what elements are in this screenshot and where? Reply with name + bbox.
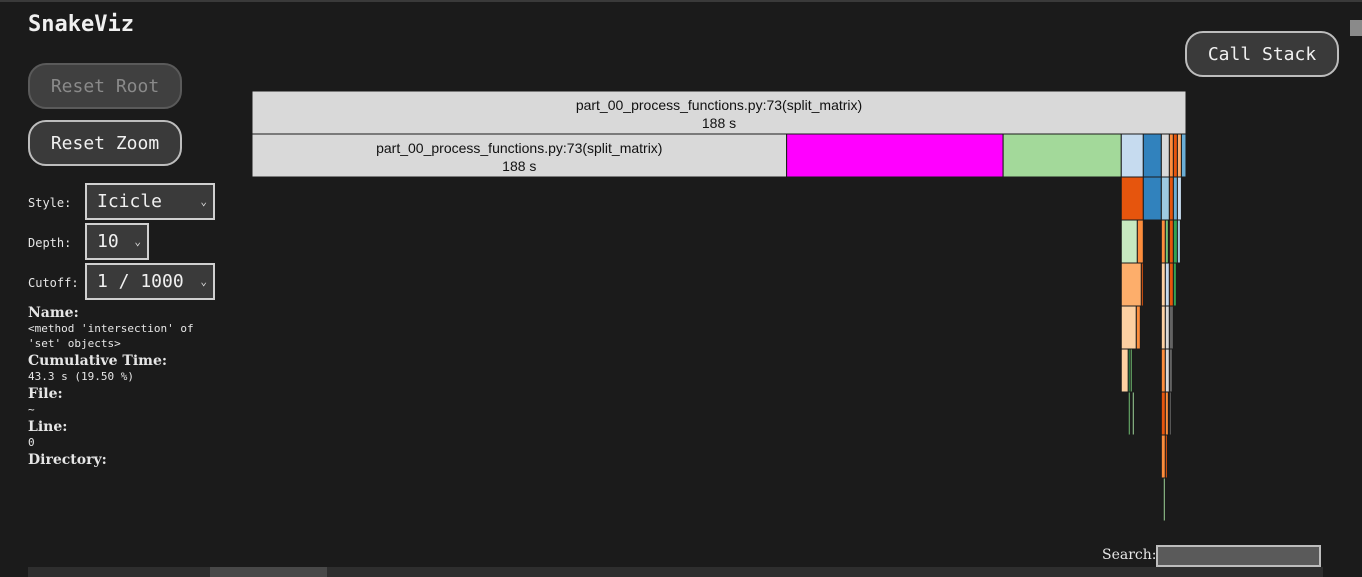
style-label: Style: [28, 196, 72, 210]
icicle-node[interactable] [1168, 391, 1172, 436]
scrollbar-thumb[interactable] [210, 567, 327, 577]
icicle-node[interactable] [1162, 477, 1166, 522]
line-value: 0 [28, 436, 35, 449]
file-value: ~ [28, 403, 35, 416]
icicle-node[interactable] [1164, 434, 1168, 479]
icicle-node[interactable] [1164, 391, 1169, 436]
cutoff-select[interactable]: 1 / 1000 ⌄ [85, 263, 215, 300]
icicle-node[interactable] [1168, 176, 1174, 221]
icicle-node[interactable] [1160, 305, 1166, 350]
chevron-down-icon: ⌄ [200, 274, 207, 288]
window-top-border [0, 0, 1362, 2]
name-label: Name: [28, 305, 79, 321]
icicle-node-name: part_00_process_functions.py:73(split_ma… [376, 140, 662, 156]
icicle-node[interactable] [1168, 348, 1173, 393]
icicle-node[interactable] [1160, 176, 1170, 221]
icicle-node[interactable] [1142, 176, 1162, 221]
icicle-node[interactable] [1127, 391, 1131, 436]
search-input[interactable] [1156, 545, 1321, 567]
icicle-node[interactable]: part_00_process_functions.py:73(split_ma… [251, 90, 1187, 135]
icicle-node[interactable] [1120, 348, 1129, 393]
icicle-node[interactable] [786, 133, 1004, 178]
cumulative-time-value: 43.3 s (19.50 %) [28, 370, 134, 383]
name-value: <method 'intersection' of 'set' objects> [28, 322, 201, 350]
chevron-down-icon: ⌄ [134, 234, 141, 248]
reset-zoom-button[interactable]: Reset Zoom [28, 120, 182, 166]
line-label: Line: [28, 419, 68, 435]
icicle-node[interactable] [1120, 219, 1138, 264]
icicle-node[interactable] [1120, 262, 1142, 307]
call-stack-button[interactable]: Call Stack [1185, 31, 1339, 77]
icicle-node[interactable] [1164, 305, 1170, 350]
icicle-node[interactable] [1120, 133, 1144, 178]
icicle-node[interactable] [1168, 305, 1174, 350]
icicle-node[interactable] [1172, 262, 1177, 307]
chevron-down-icon: ⌄ [200, 194, 207, 208]
style-select[interactable]: Icicle ⌄ [85, 183, 215, 220]
icicle-node[interactable] [1160, 391, 1166, 436]
icicle-node[interactable] [1164, 219, 1169, 264]
cumulative-time-label: Cumulative Time: [28, 353, 168, 369]
icicle-node[interactable] [1142, 133, 1162, 178]
cutoff-label: Cutoff: [28, 276, 79, 290]
icicle-node[interactable] [1176, 133, 1182, 178]
icicle-node[interactable] [1160, 262, 1166, 307]
icicle-node-time: 188 s [702, 115, 736, 131]
icicle-node[interactable] [1164, 262, 1170, 307]
icicle-node[interactable] [1172, 219, 1178, 264]
icicle-node[interactable] [1136, 219, 1144, 264]
icicle-node[interactable] [1160, 133, 1170, 178]
icicle-node[interactable]: part_00_process_functions.py:73(split_ma… [251, 133, 788, 178]
directory-label: Directory: [28, 452, 107, 468]
icicle-node[interactable] [1160, 348, 1166, 393]
style-select-value: Icicle [97, 191, 163, 212]
icicle-node[interactable] [1164, 348, 1170, 393]
reset-root-button[interactable]: Reset Root [28, 63, 182, 109]
vertical-scrollbar-thumb[interactable] [1350, 20, 1362, 36]
icicle-node[interactable] [1135, 305, 1141, 350]
icicle-node[interactable] [1160, 434, 1166, 479]
icicle-node[interactable] [1131, 391, 1135, 436]
depth-select-value: 10 [97, 231, 119, 252]
icicle-node-time: 188 s [502, 158, 536, 174]
icicle-node[interactable] [1120, 305, 1137, 350]
icicle-node[interactable] [1172, 176, 1178, 221]
icicle-node[interactable] [1168, 133, 1174, 178]
depth-label: Depth: [28, 236, 72, 250]
icicle-node[interactable] [1172, 133, 1178, 178]
horizontal-scrollbar[interactable] [28, 567, 1323, 577]
icicle-node[interactable] [1002, 133, 1122, 178]
icicle-node[interactable] [1160, 219, 1166, 264]
icicle-node[interactable] [1168, 219, 1174, 264]
icicle-node[interactable] [1127, 348, 1131, 393]
icicle-node[interactable] [1176, 176, 1182, 221]
icicle-node-name: part_00_process_functions.py:73(split_ma… [576, 97, 862, 113]
icicle-node[interactable] [1176, 219, 1181, 264]
file-label: File: [28, 386, 63, 402]
icicle-node[interactable] [1120, 176, 1144, 221]
icicle-node[interactable] [1129, 348, 1133, 393]
cutoff-select-value: 1 / 1000 [97, 271, 184, 292]
info-panel: Name: <method 'intersection' of 'set' ob… [28, 305, 223, 470]
search-label: Search: [1102, 547, 1157, 563]
icicle-node[interactable] [1140, 262, 1144, 307]
depth-select[interactable]: 10 ⌄ [85, 223, 149, 260]
app-title: SnakeViz [28, 12, 134, 37]
icicle-node[interactable] [1180, 133, 1187, 178]
icicle-node[interactable] [1168, 262, 1174, 307]
